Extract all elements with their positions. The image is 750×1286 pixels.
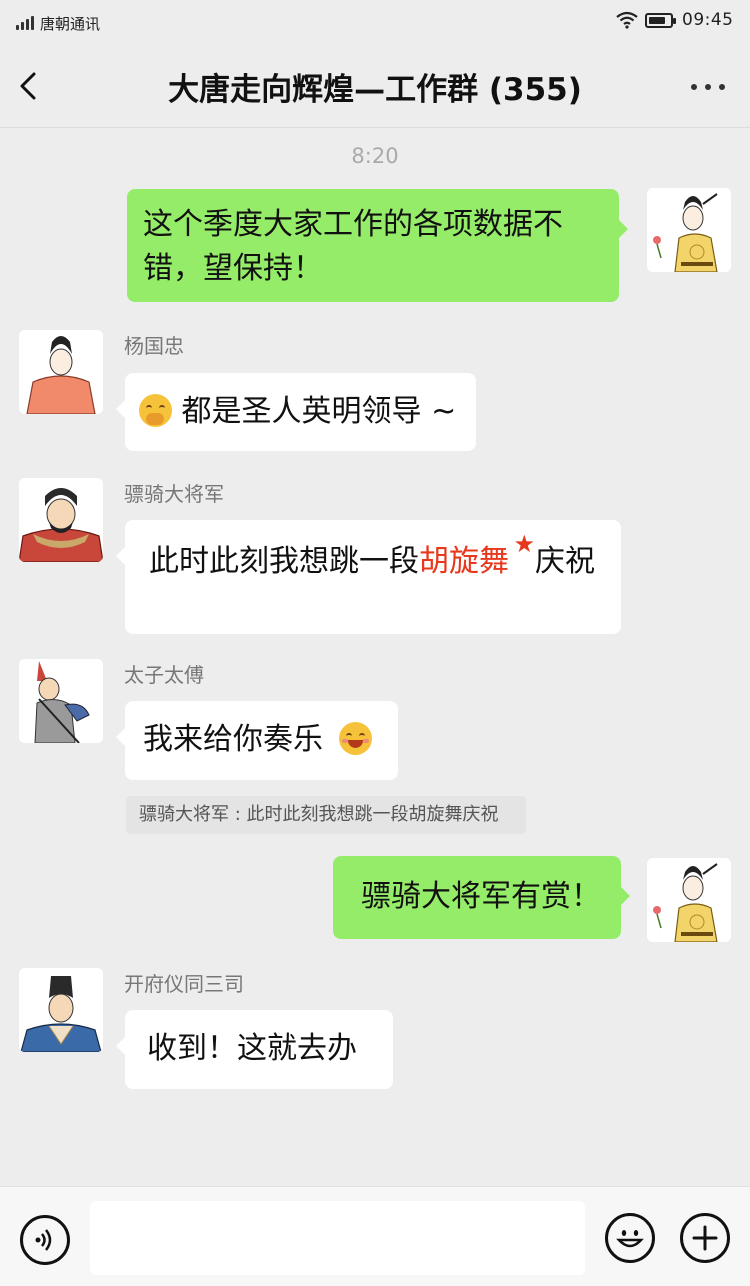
message-text: 此时此刻我想跳一段 (149, 544, 419, 579)
quoted-message[interactable]: 骠骑大将军 : 此时此刻我想跳一段胡旋舞庆祝 (126, 796, 526, 834)
message-text: 骠骑大将军有赏！ (361, 879, 601, 914)
emperor-avatar-icon (647, 858, 731, 942)
smiley-icon (616, 1230, 644, 1248)
message-text: 收到！这就去办 (147, 1031, 357, 1066)
minister-avatar-icon (19, 968, 103, 1052)
chevron-left-icon[interactable] (14, 66, 50, 106)
sender-name: 太子太傅 (124, 663, 204, 687)
avatar-kaifu[interactable] (19, 968, 103, 1052)
more-dots-icon[interactable] (686, 74, 730, 98)
grinning-face-emoji (338, 722, 372, 755)
message-text: 我来给你奏乐 (143, 722, 323, 757)
message-bubble-outgoing[interactable]: 这个季度大家工作的各项数据不错，望保持！ (127, 189, 628, 302)
general-avatar-icon (19, 478, 103, 562)
plus-icon[interactable] (680, 1213, 730, 1263)
signal-icon (16, 14, 36, 30)
highlight-word: 胡旋舞 (419, 544, 509, 579)
message-input[interactable] (90, 1201, 585, 1275)
message-bubble-incoming[interactable]: 收到！这就去办 (116, 1010, 393, 1089)
voice-input-icon[interactable] (20, 1215, 70, 1265)
highlighted-text: 胡旋舞 ★ (419, 532, 535, 579)
message-bubble-incoming[interactable]: 此时此刻我想跳一段胡旋舞 ★ 庆祝 (116, 520, 621, 634)
message-bubble-outgoing[interactable]: 骠骑大将军有赏！ (333, 856, 630, 939)
carrier-name: 唐朝通讯 (40, 15, 101, 33)
message-text: 这个季度大家工作的各项数据不错，望保持！ (143, 207, 563, 286)
plus-sign-icon (692, 1225, 718, 1251)
avatar-yang-guozhong[interactable] (19, 330, 103, 414)
chat-header: 大唐走向辉煌—工作群 (355) (0, 44, 750, 128)
star-icon: ★ (513, 530, 535, 558)
message-bubble-incoming[interactable]: 我来给你奏乐 (116, 701, 398, 780)
status-bar: 唐朝通讯 09:45 (0, 0, 750, 44)
avatar-self[interactable] (647, 858, 731, 942)
musician-avatar-icon (19, 659, 103, 743)
emperor-avatar-icon (647, 188, 731, 272)
message-bubble-incoming[interactable]: 都是圣人英明领导 ~ (116, 373, 476, 451)
message-text: 庆祝 (535, 544, 595, 579)
message-text: 都是圣人英明领导 ~ (181, 394, 457, 429)
voice-waves-icon (35, 1229, 52, 1251)
wifi-icon (616, 11, 638, 29)
message-timestamp: 8:20 (351, 144, 399, 168)
emoji-icon[interactable] (605, 1213, 655, 1263)
avatar-tutor[interactable] (19, 659, 103, 743)
shushing-face-emoji (139, 394, 172, 427)
input-bar (0, 1186, 750, 1286)
battery-icon (645, 13, 676, 28)
avatar-general[interactable] (19, 478, 103, 562)
official-avatar-icon (19, 330, 103, 414)
sender-name: 杨国忠 (124, 334, 184, 358)
sender-name: 骠骑大将军 (124, 482, 224, 506)
status-time: 09:45 (682, 10, 734, 30)
chat-title: 大唐走向辉煌—工作群 (355) (168, 72, 582, 108)
avatar-self[interactable] (647, 188, 731, 272)
sender-name: 开府仪同三司 (124, 972, 244, 996)
